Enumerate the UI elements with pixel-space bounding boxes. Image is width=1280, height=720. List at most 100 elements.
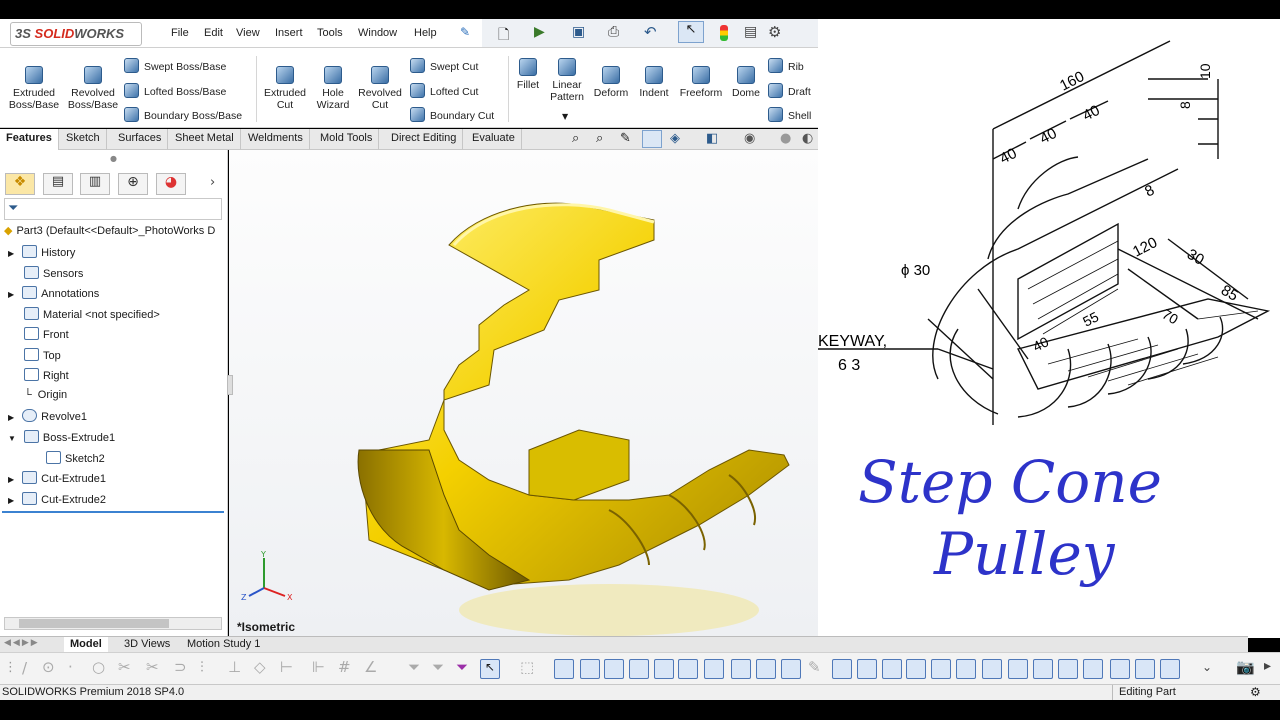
scrollbar-thumb[interactable] [19, 619, 169, 628]
new-document-icon[interactable]: 🗋 [498, 24, 509, 48]
tree-item-front-plane[interactable]: Front [24, 327, 69, 341]
configuration-manager-tab[interactable]: ▥ [80, 173, 110, 195]
menu-tools[interactable]: Tools [317, 27, 343, 39]
snap-vertex-button[interactable] [654, 659, 674, 679]
hole-wizard-button[interactable]: Hole Wizard [312, 66, 354, 111]
collapse-arrow-icon[interactable]: ▼ [8, 434, 16, 443]
feature-manager-tab[interactable]: ❖ [5, 173, 35, 195]
circle-icon[interactable]: ⊙ [42, 658, 55, 676]
snap-plane-button[interactable] [678, 659, 698, 679]
freeform-button[interactable]: Freeform [676, 66, 726, 99]
tab-mold-tools[interactable]: Mold Tools [314, 129, 380, 150]
boundary-cut-button[interactable]: Boundary Cut [410, 107, 494, 122]
filter-notes-button[interactable] [931, 659, 951, 679]
lofted-boss-button[interactable]: Lofted Boss/Base [124, 83, 226, 98]
revolved-cut-button[interactable]: Revolved Cut [356, 66, 404, 111]
filter-edges-button[interactable] [857, 659, 877, 679]
hide-show-icon[interactable]: ◉ [744, 131, 755, 146]
dimxpert-tab[interactable]: ⊕ [118, 173, 148, 195]
snap-center-button[interactable] [580, 659, 600, 679]
tab-direct-editing[interactable]: Direct Editing [385, 129, 464, 150]
swept-boss-button[interactable]: Swept Boss/Base [124, 58, 226, 73]
menu-window[interactable]: Window [358, 27, 397, 39]
mirror-icon[interactable]: ⫶ [200, 658, 204, 676]
collapse-dot-icon[interactable]: ● [110, 154, 117, 163]
chevron-double-down-icon[interactable]: ⌄ [1202, 660, 1212, 674]
extruded-boss-button[interactable]: Extruded Boss/Base [6, 66, 62, 111]
rollback-bar[interactable] [2, 511, 224, 513]
snap-axis-button[interactable] [704, 659, 724, 679]
rebuild-icon[interactable] [720, 25, 728, 41]
model-3d-view[interactable] [229, 150, 818, 636]
menu-view[interactable]: View [236, 27, 260, 39]
split-icon[interactable]: ⊢ [280, 658, 293, 676]
filter-vertices-button[interactable] [832, 659, 852, 679]
expand-arrow-icon[interactable]: ▶ [8, 249, 14, 258]
zoom-to-fit-icon[interactable]: ⌕ [572, 131, 579, 146]
chevron-right-icon[interactable]: › [210, 175, 215, 190]
tree-item-right-plane[interactable]: Right [24, 368, 69, 382]
pin-icon[interactable]: ✎ [460, 25, 470, 39]
view-orientation-icon[interactable]: ◈ [670, 131, 680, 146]
point-icon[interactable]: · [68, 658, 73, 676]
expand-arrow-icon[interactable]: ▶ [8, 475, 14, 484]
section-view-icon[interactable] [642, 130, 662, 148]
filter-cosmetic-button[interactable] [1058, 659, 1078, 679]
menu-file[interactable]: File [171, 27, 189, 39]
lofted-cut-button[interactable]: Lofted Cut [410, 83, 478, 98]
tree-item-origin[interactable]: └ Origin [24, 389, 67, 401]
tab-sheet-metal[interactable]: Sheet Metal [169, 129, 241, 150]
undo-icon[interactable]: ↶ [644, 23, 657, 41]
more-icon[interactable]: ▸ [1264, 658, 1271, 674]
graphics-area[interactable]: Y X Z *Isometric [227, 150, 818, 636]
deform-button[interactable]: Deform [590, 66, 632, 99]
tree-item-boss-extrude1[interactable]: ▼ Boss-Extrude1 [8, 430, 115, 444]
filter-centerline-button[interactable] [1135, 659, 1155, 679]
filter-dimensions-button[interactable] [906, 659, 926, 679]
snap-line-button[interactable] [731, 659, 751, 679]
tab-motion-study-1[interactable]: Motion Study 1 [181, 637, 266, 653]
swept-cut-button[interactable]: Swept Cut [410, 58, 478, 73]
menu-edit[interactable]: Edit [204, 27, 223, 39]
filter-balloons-button[interactable] [956, 659, 976, 679]
horizontal-scrollbar[interactable] [4, 617, 222, 630]
expand-arrow-icon[interactable]: ▶ [8, 496, 14, 505]
tree-item-sketch2[interactable]: Sketch2 [46, 451, 105, 465]
file-properties-icon[interactable]: ▤ [744, 24, 757, 40]
ellipse-icon[interactable]: ○ [92, 658, 105, 676]
open-icon[interactable]: ▶ [534, 24, 545, 40]
menu-insert[interactable]: Insert [275, 27, 303, 39]
dimension-icon[interactable]: ⊩ [312, 658, 325, 676]
snap-face-button[interactable] [604, 659, 624, 679]
chevron-down-icon[interactable]: ▼ [562, 112, 568, 121]
rib-button[interactable]: Rib [768, 58, 804, 73]
filter-datum-button[interactable] [982, 659, 1002, 679]
filter-blocks-button[interactable] [1160, 659, 1180, 679]
lasso-icon[interactable]: ⬚ [520, 658, 534, 676]
tree-item-top-plane[interactable]: Top [24, 348, 61, 362]
display-manager-tab[interactable]: ◕ [156, 173, 186, 195]
tree-item-cut-extrude1[interactable]: ▶ Cut-Extrude1 [8, 471, 106, 485]
trim-icon[interactable]: ✂ [118, 658, 131, 676]
zoom-area-icon[interactable]: ⌕ [596, 131, 603, 146]
tree-item-history[interactable]: ▶ History [8, 245, 75, 259]
tree-item-revolve1[interactable]: ▶ Revolve1 [8, 409, 87, 423]
dome-button[interactable]: Dome [728, 66, 764, 99]
fillet-button[interactable]: Fillet [512, 58, 544, 91]
tab-weldments[interactable]: Weldments [242, 129, 310, 150]
move-icon[interactable]: ⊥ [228, 658, 241, 676]
tree-item-cut-extrude2[interactable]: ▶ Cut-Extrude2 [8, 492, 106, 506]
camera-icon[interactable]: 📷 [1236, 658, 1255, 676]
panel-splitter[interactable] [227, 375, 233, 395]
solidworks-logo[interactable]: 3S SOLIDWORKS [10, 22, 142, 46]
indent-button[interactable]: Indent [634, 66, 674, 99]
tree-item-annotations[interactable]: ▶ Annotations [8, 286, 99, 300]
expand-arrow-icon[interactable]: ▶ [8, 290, 14, 299]
menu-help[interactable]: Help [414, 27, 437, 39]
scene-icon[interactable]: ◐ [802, 131, 813, 146]
linear-pattern-button[interactable]: Linear Pattern [546, 58, 588, 103]
pattern-icon[interactable]: ◇ [254, 658, 266, 676]
tree-item-material[interactable]: Material <not specified> [24, 307, 160, 321]
appearance-icon[interactable]: ● [780, 131, 791, 146]
tab-model[interactable]: Model [64, 637, 108, 653]
